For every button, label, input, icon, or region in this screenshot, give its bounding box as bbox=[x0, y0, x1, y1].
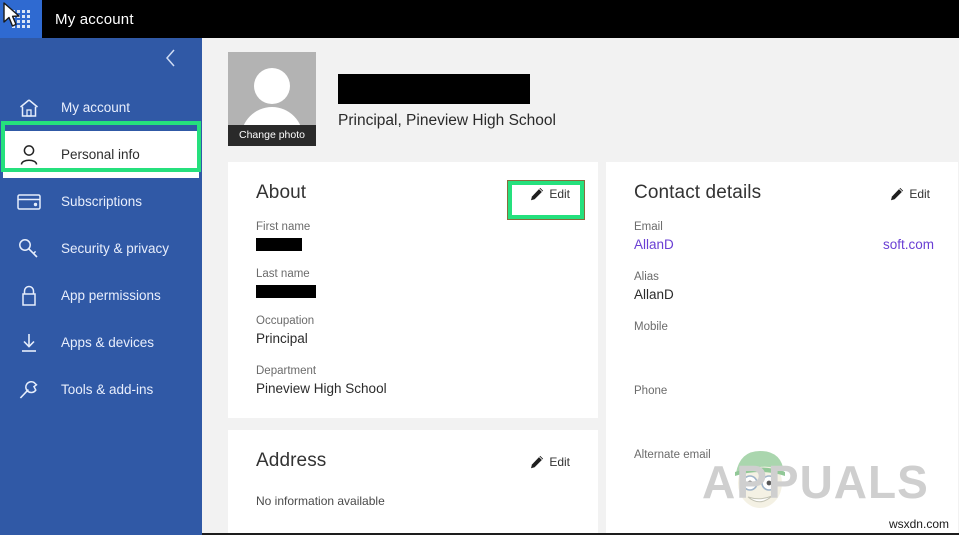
field-value bbox=[634, 336, 934, 354]
address-card: Address Edit No information available bbox=[228, 430, 598, 535]
sidebar-item-label: Tools & add-ins bbox=[61, 382, 154, 397]
waffle-grid-icon bbox=[12, 10, 30, 28]
right-column: Contact details Edit Email AllanD soft.c… bbox=[606, 162, 958, 535]
person-icon bbox=[14, 142, 44, 168]
sidebar-item-subscriptions[interactable]: Subscriptions bbox=[0, 178, 202, 225]
title-bar: My account bbox=[0, 0, 959, 38]
field-value: Principal bbox=[256, 331, 308, 346]
email-value-start: AllanD bbox=[634, 237, 674, 252]
field-department: Department Pineview High School bbox=[256, 364, 574, 398]
field-alias: Alias AllanD bbox=[634, 270, 934, 304]
sidebar-item-label: App permissions bbox=[61, 288, 161, 303]
field-value-redacted bbox=[256, 238, 302, 251]
field-value: AllanD bbox=[634, 287, 674, 302]
contact-edit-label: Edit bbox=[909, 187, 930, 201]
profile-photo[interactable]: Change photo bbox=[228, 52, 316, 146]
sidebar-item-label: Subscriptions bbox=[61, 194, 143, 209]
field-phone: Phone bbox=[634, 384, 934, 418]
address-card-title: Address bbox=[256, 450, 327, 471]
address-card-header: Address Edit bbox=[256, 450, 574, 472]
field-value bbox=[634, 464, 934, 482]
field-label: First name bbox=[256, 221, 311, 233]
field-label: Phone bbox=[634, 385, 668, 397]
field-value: Pineview High School bbox=[256, 381, 387, 396]
pencil-icon bbox=[531, 187, 544, 201]
address-edit-button[interactable]: Edit bbox=[526, 452, 574, 472]
window-title: My account bbox=[55, 10, 134, 28]
sidebar-item-tools-add-ins[interactable]: Tools & add-ins bbox=[0, 366, 202, 413]
sidebar-item-list: My account Personal info Subscriptions S… bbox=[0, 84, 202, 413]
sidebar-item-label: My account bbox=[61, 100, 131, 115]
email-value-end: soft.com bbox=[882, 237, 934, 252]
pencil-icon bbox=[891, 187, 904, 201]
field-label: Mobile bbox=[634, 321, 668, 333]
footer-url: wsxdn.com bbox=[888, 517, 949, 531]
field-label: Alias bbox=[634, 271, 659, 283]
field-email: Email AllanD soft.com bbox=[634, 220, 934, 254]
field-occupation: Occupation Principal bbox=[256, 314, 574, 348]
contact-card-title: Contact details bbox=[634, 182, 762, 203]
profile-text: Principal, Pineview High School bbox=[338, 52, 556, 130]
chevron-left-icon bbox=[166, 49, 175, 67]
field-value bbox=[634, 400, 934, 418]
about-card: About Edit First name Last name Occupati… bbox=[228, 162, 598, 418]
app-launcher-button[interactable] bbox=[0, 0, 42, 38]
about-card-header: About Edit bbox=[256, 182, 574, 204]
sidebar-item-label: Security & privacy bbox=[61, 241, 170, 256]
sidebar-item-label: Apps & devices bbox=[61, 335, 155, 350]
sidebar-item-apps-devices[interactable]: Apps & devices bbox=[0, 319, 202, 366]
field-label: Email bbox=[634, 221, 663, 233]
my-account-window: My account My account Personal info Subs… bbox=[0, 0, 959, 535]
change-photo-button[interactable]: Change photo bbox=[228, 125, 316, 146]
profile-name-redacted bbox=[338, 74, 530, 104]
pencil-icon bbox=[531, 455, 544, 469]
field-first-name: First name bbox=[256, 220, 574, 251]
field-alternate-email: Alternate email bbox=[634, 448, 934, 482]
credit-card-icon bbox=[14, 189, 44, 215]
sidebar-item-app-permissions[interactable]: App permissions bbox=[0, 272, 202, 319]
sidebar-item-security-privacy[interactable]: Security & privacy bbox=[0, 225, 202, 272]
sidebar-item-personal-info[interactable]: Personal info bbox=[3, 131, 199, 178]
collapse-row bbox=[0, 38, 202, 78]
contact-card-header: Contact details Edit bbox=[634, 182, 934, 204]
contact-details-card: Contact details Edit Email AllanD soft.c… bbox=[606, 162, 958, 535]
field-label: Department bbox=[256, 365, 317, 377]
about-edit-label: Edit bbox=[549, 187, 570, 201]
profile-header: Change photo Principal, Pineview High Sc… bbox=[202, 38, 959, 146]
home-icon bbox=[14, 95, 44, 121]
key-icon bbox=[14, 236, 44, 262]
wrench-icon bbox=[14, 377, 44, 403]
contact-edit-button[interactable]: Edit bbox=[886, 184, 934, 204]
left-column: About Edit First name Last name Occupati… bbox=[228, 162, 598, 535]
profile-role: Principal, Pineview High School bbox=[338, 112, 556, 129]
address-edit-label: Edit bbox=[549, 455, 570, 469]
address-empty-text: No information available bbox=[256, 494, 385, 508]
field-label: Last name bbox=[256, 268, 310, 280]
main-content: Change photo Principal, Pineview High Sc… bbox=[202, 38, 959, 535]
field-value-redacted bbox=[256, 285, 316, 298]
field-mobile: Mobile bbox=[634, 320, 934, 354]
field-label: Occupation bbox=[256, 315, 315, 327]
sidebar-nav: My account Personal info Subscriptions S… bbox=[0, 38, 202, 535]
about-edit-button[interactable]: Edit bbox=[526, 184, 574, 204]
sidebar-item-my-account[interactable]: My account bbox=[0, 84, 202, 131]
lock-icon bbox=[14, 283, 44, 309]
sidebar-item-label: Personal info bbox=[61, 147, 140, 162]
about-card-title: About bbox=[256, 182, 307, 203]
sidebar-collapse-button[interactable] bbox=[160, 47, 182, 69]
download-icon bbox=[14, 330, 44, 356]
field-last-name: Last name bbox=[256, 267, 574, 298]
email-value-row[interactable]: AllanD soft.com bbox=[634, 235, 934, 254]
field-label: Alternate email bbox=[634, 449, 711, 461]
person-placeholder-icon bbox=[254, 68, 290, 104]
